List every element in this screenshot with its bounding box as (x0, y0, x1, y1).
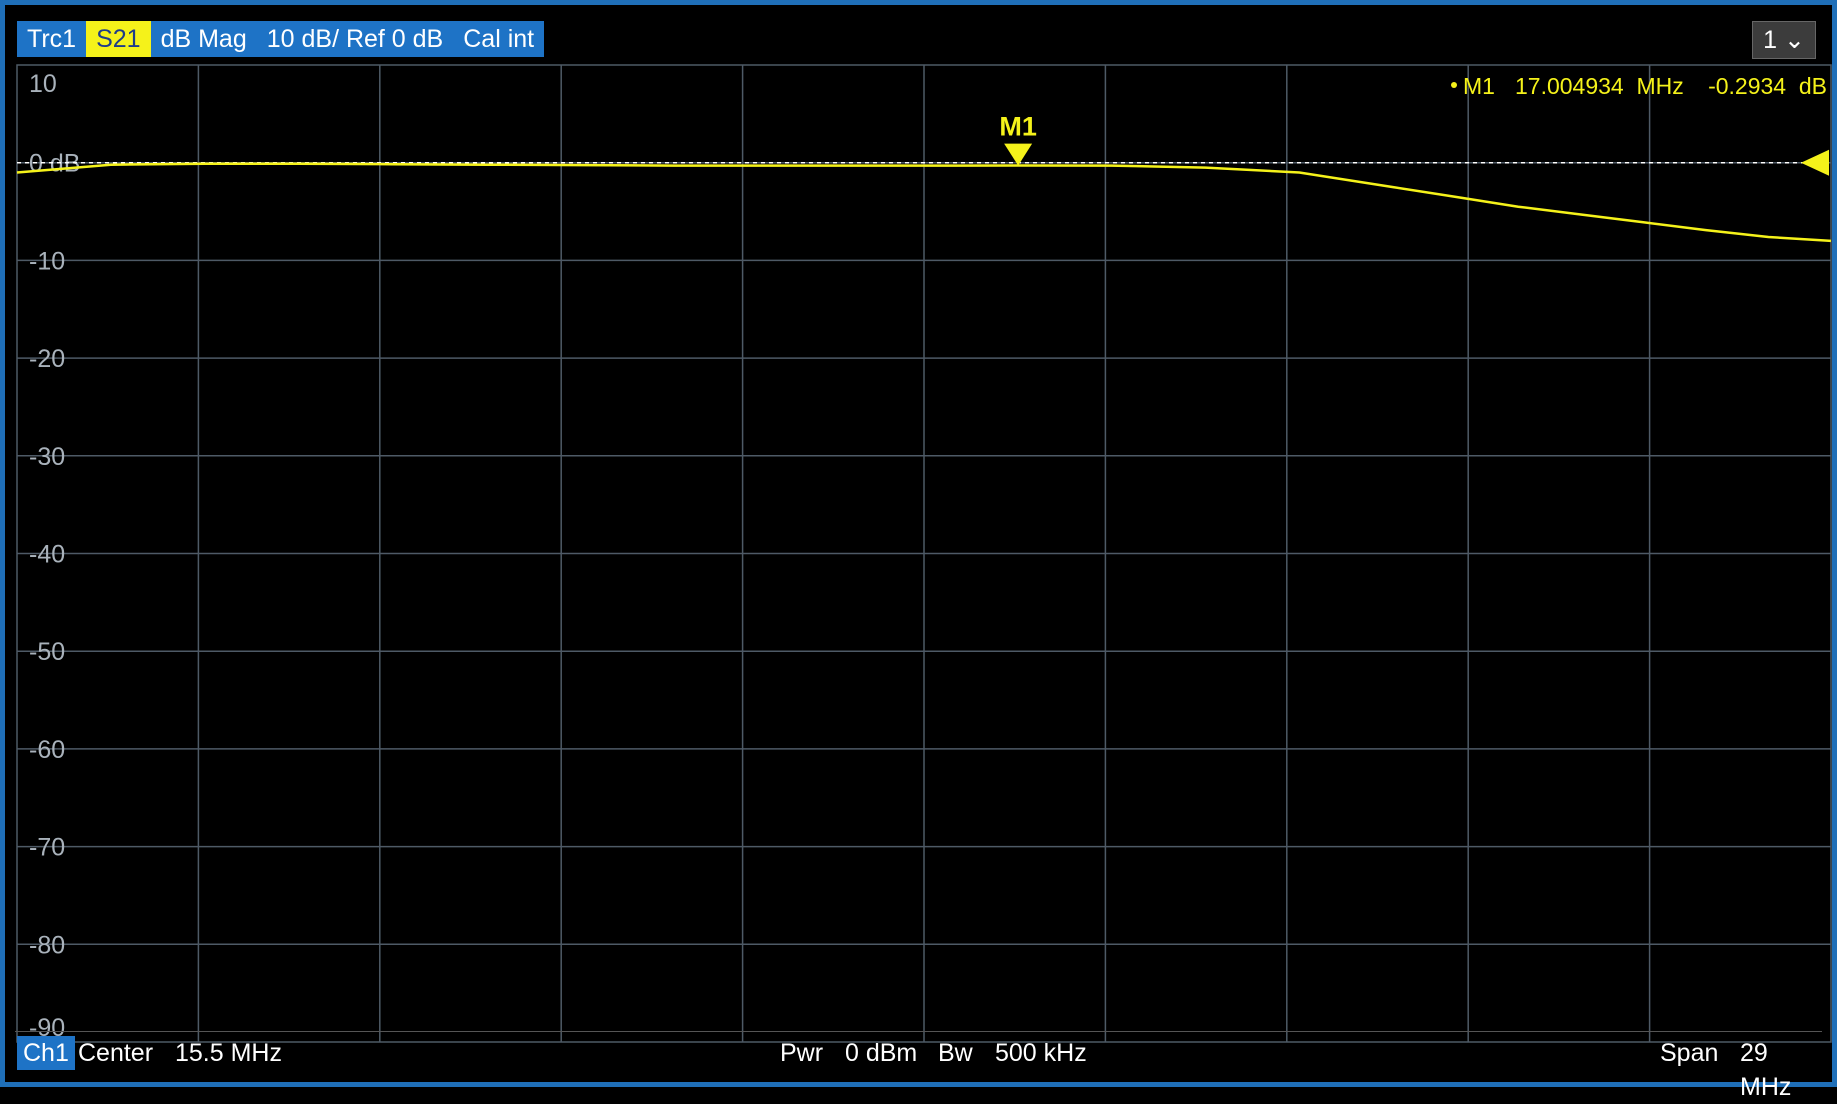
marker-readout: M1 17.004934 MHz -0.2934 dB (1451, 73, 1827, 99)
y-tick-label: 10 (29, 70, 57, 98)
span-label[interactable]: Span (1660, 1036, 1718, 1070)
measured-parameter[interactable]: S21 (86, 21, 151, 57)
trace-header: Trc1 S21 dB Mag 10 dB/ Ref 0 dB Cal int (17, 21, 545, 57)
y-tick-label: 0 dB (29, 150, 80, 178)
bandwidth-label[interactable]: Bw (938, 1036, 973, 1070)
trace-format[interactable]: dB Mag (150, 21, 257, 57)
bandwidth-value[interactable]: 500 kHz (995, 1036, 1087, 1070)
y-tick-label: -40 (29, 541, 65, 569)
marker-readout-value: -0.2934 dB (1708, 73, 1827, 99)
y-tick-label: -60 (29, 736, 65, 764)
marker-readout-name: M1 (1463, 73, 1495, 99)
center-value[interactable]: 15.5 MHz (175, 1036, 282, 1070)
analyzer-window: Trc1 S21 dB Mag 10 dB/ Ref 0 dB Cal int … (0, 0, 1837, 1101)
channel-footer: Ch1 Center 15.5 MHz Pwr 0 dBm Bw 500 kHz… (15, 1031, 1822, 1101)
trace-s21-line (16, 162, 1832, 243)
trace-diagram: 100 dB-10-20-30-40-50-60-70-80-90 M1 M1 … (16, 64, 1832, 1043)
calibration-status[interactable]: Cal int (453, 21, 545, 57)
center-label[interactable]: Center (78, 1036, 153, 1070)
trace-label[interactable]: Trc1 (17, 21, 87, 57)
chevron-down-icon: ⌄ (1783, 26, 1805, 54)
plot-frame (16, 64, 1832, 1043)
y-tick-label: -50 (29, 638, 65, 666)
channel-badge[interactable]: Ch1 (17, 1036, 75, 1070)
grid (16, 64, 1832, 1043)
power-value[interactable]: 0 dBm (845, 1036, 917, 1070)
marker-readout-frequency: 17.004934 MHz (1515, 73, 1684, 99)
span-value[interactable]: 29 MHz (1740, 1036, 1822, 1104)
reference-level-arrow (1801, 149, 1829, 176)
channel-selector[interactable]: 1 ⌄ (1752, 21, 1816, 59)
channel-selector-value: 1 (1763, 26, 1777, 54)
trace-scale[interactable]: 10 dB/ Ref 0 dB (256, 21, 454, 57)
marker-m1-label: M1 (999, 112, 1037, 142)
y-tick-label: -20 (29, 345, 65, 373)
power-label[interactable]: Pwr (780, 1036, 823, 1070)
y-tick-label: -10 (29, 247, 65, 275)
marker-readout-dot (1451, 82, 1457, 88)
marker-m1-triangle (1004, 143, 1033, 166)
y-tick-label: -30 (29, 443, 65, 471)
y-tick-label: -70 (29, 834, 65, 862)
y-tick-label: -80 (29, 931, 65, 959)
y-tick-labels: 100 dB-10-20-30-40-50-60-70-80-90 (29, 70, 80, 1042)
